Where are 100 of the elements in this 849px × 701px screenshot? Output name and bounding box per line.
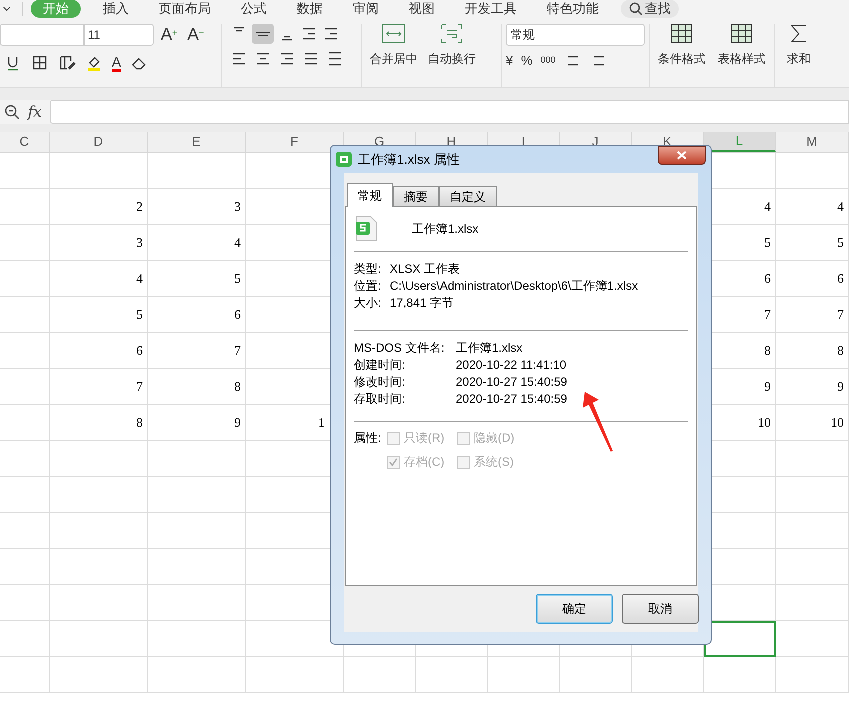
- cell-value: 1: [318, 414, 325, 432]
- checkbox-label: 存档(C): [404, 454, 445, 471]
- dialog-tab[interactable]: 常规: [347, 183, 393, 207]
- number-format-button[interactable]: ¥: [506, 51, 514, 70]
- column-header[interactable]: E: [148, 132, 246, 152]
- font-color-button[interactable]: A: [112, 54, 122, 72]
- menu-tab[interactable]: 特色功能: [539, 0, 607, 18]
- property-value: XLSX 工作表: [390, 260, 460, 278]
- cell-value: 8: [838, 342, 844, 360]
- property-label: 大小:: [354, 294, 382, 312]
- property-label: 类型:: [354, 260, 382, 278]
- cell-value: 9: [764, 378, 771, 396]
- conditional-format-button[interactable]: 条件格式: [658, 24, 706, 87]
- cell-format-icon[interactable]: [58, 54, 76, 72]
- column-header[interactable]: C: [0, 132, 50, 152]
- property-value: 2020-10-27 15:40:59: [456, 374, 568, 390]
- checkbox-label: 隐藏(D): [474, 430, 515, 447]
- cell-value: 5: [234, 270, 241, 288]
- check-icon: [389, 458, 398, 466]
- property-label: 创建时间:: [354, 356, 406, 374]
- cell-value: 9: [838, 378, 844, 396]
- number-format-dropdown[interactable]: 常规: [506, 24, 645, 46]
- cell-value: 4: [764, 198, 771, 216]
- cell-value: 7: [234, 342, 241, 360]
- cell-value: 8: [234, 378, 241, 396]
- search-button[interactable]: 查找: [621, 0, 679, 18]
- cancel-button[interactable]: 取消: [622, 594, 699, 624]
- property-value: 17,841 字节: [390, 294, 454, 312]
- dialog-tab[interactable]: 摘要: [393, 186, 439, 206]
- file-name: 工作簿1.xlsx: [412, 221, 479, 238]
- sigma-icon: [790, 24, 808, 44]
- cell-value: 6: [764, 270, 771, 288]
- menu-tab[interactable]: 视图: [401, 0, 443, 18]
- menu-tab[interactable]: 数据: [289, 0, 331, 18]
- font-name-field[interactable]: [0, 24, 84, 46]
- merge-icon: [382, 24, 406, 44]
- menu-tab[interactable]: 插入: [95, 0, 137, 18]
- property-label: 位置:: [354, 278, 382, 294]
- cell-value: 5: [136, 306, 143, 324]
- property-value: 2020-10-22 11:41:10: [456, 356, 567, 374]
- font-size-field[interactable]: 11: [84, 24, 154, 46]
- border-icon[interactable]: [31, 54, 49, 72]
- menu-tab[interactable]: 公式: [233, 0, 275, 18]
- attributes-label: 属性:: [354, 430, 382, 447]
- search-icon: [629, 2, 643, 16]
- number-format-button[interactable]: 000: [540, 54, 556, 68]
- zoom-icon[interactable]: [4, 104, 20, 120]
- cell-value: 7: [136, 378, 143, 396]
- font-size-step-button[interactable]: A$^{−}$: [184, 25, 208, 45]
- close-icon: [677, 151, 687, 160]
- property-label: 修改时间:: [354, 374, 406, 390]
- cell-value: 3: [234, 198, 241, 216]
- arrow-drawing: [582, 390, 614, 454]
- dialog-tab[interactable]: 自定义: [439, 186, 497, 206]
- merge-center-button[interactable]: 合并居中: [366, 24, 422, 87]
- cell-value: 6: [234, 306, 241, 324]
- column-header[interactable]: D: [50, 132, 148, 152]
- table-icon: [731, 24, 753, 44]
- property-label: MS-DOS 文件名:: [354, 340, 446, 356]
- cell-value: 7: [838, 306, 844, 324]
- cell-value: 5: [764, 234, 771, 252]
- cell-value: 7: [764, 306, 771, 324]
- cell-value: 10: [758, 414, 771, 432]
- sum-button[interactable]: 求和: [775, 24, 823, 87]
- font-size-step-button[interactable]: A$^{+}$: [158, 25, 181, 45]
- align-middle-button[interactable]: [252, 24, 274, 44]
- cell-value: 6: [136, 342, 143, 360]
- property-value: 工作簿1.xlsx: [456, 340, 523, 356]
- property-value: 2020-10-27 15:40:59: [456, 390, 568, 408]
- spreadsheet-icon: [336, 152, 352, 167]
- cell-value: 10: [831, 414, 844, 432]
- checkbox-label: 只读(R): [404, 430, 445, 447]
- formula-field[interactable]: [50, 100, 849, 124]
- close-button[interactable]: [658, 146, 706, 165]
- distribute-icon[interactable]: [326, 50, 344, 68]
- cell-value: 6: [838, 270, 844, 288]
- fx-label[interactable]: fx: [28, 100, 42, 124]
- menu-tab[interactable]: 审阅: [345, 0, 387, 18]
- number-format-button[interactable]: %: [521, 51, 533, 70]
- cell-value: 5: [838, 234, 844, 252]
- checkbox-label: 系统(S): [474, 454, 514, 471]
- dialog-title: 工作簿1.xlsx 属性: [358, 150, 460, 169]
- column-header[interactable]: M: [776, 132, 849, 152]
- ok-button[interactable]: 确定: [536, 594, 613, 624]
- cell-value: 8: [136, 414, 143, 432]
- wrap-icon: [440, 24, 464, 44]
- cell-value: 4: [838, 198, 844, 216]
- cell-value: 8: [764, 342, 771, 360]
- menu-tab[interactable]: 开发工具: [457, 0, 525, 18]
- table-icon: [671, 24, 693, 44]
- wrap-text-button[interactable]: 自动换行: [424, 24, 480, 87]
- cell-value: 2: [136, 198, 143, 216]
- property-value: C:\Users\Administrator\Desktop\6\工作簿1.xlsx: [390, 278, 638, 294]
- spreadsheet-file-icon: [356, 216, 378, 242]
- cell-value: 9: [234, 414, 241, 432]
- property-label: 存取时间:: [354, 390, 406, 408]
- cell-value: 3: [136, 234, 143, 252]
- table-style-button[interactable]: 表格样式: [718, 24, 766, 87]
- menu-tab[interactable]: 页面布局: [151, 0, 219, 18]
- cell-value: 4: [234, 234, 241, 252]
